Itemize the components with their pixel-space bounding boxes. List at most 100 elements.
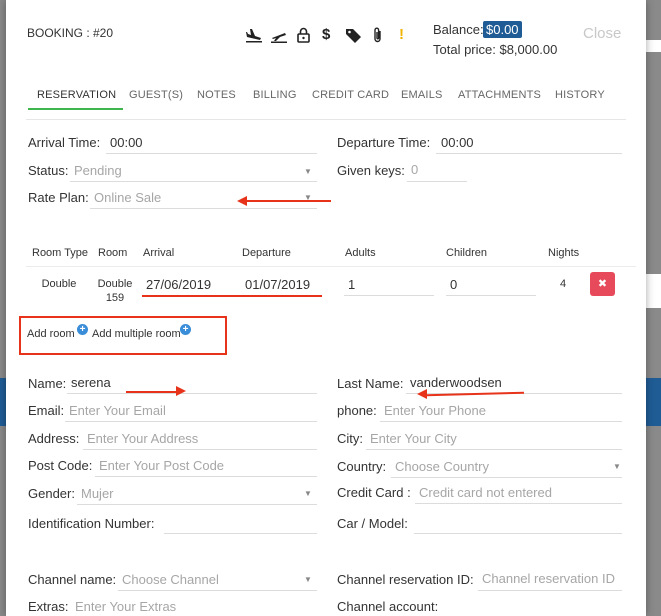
departure-time-label: Departure Time: <box>337 135 431 150</box>
phone-field[interactable]: Enter Your Phone <box>384 403 486 418</box>
channel-name-select[interactable]: Choose Channel <box>122 572 219 587</box>
annotation-arrow <box>126 391 181 393</box>
paperclip-icon[interactable] <box>372 27 384 47</box>
tab-emails[interactable]: EMAILS <box>401 89 443 101</box>
departure-date-input[interactable]: 01/07/2019 <box>245 277 310 292</box>
channel-reservation-id-label: Channel reservation ID: <box>337 572 474 587</box>
field-underline <box>95 476 317 477</box>
identification-number-label: Identification Number: <box>28 516 155 531</box>
background-bar <box>646 378 661 426</box>
field-underline <box>83 449 317 450</box>
credit-card-label: Credit Card : <box>337 485 411 500</box>
close-button[interactable]: Close <box>583 25 621 42</box>
gender-select[interactable]: Mujer <box>81 486 114 501</box>
rate-plan-label: Rate Plan: <box>28 190 89 205</box>
status-select[interactable]: Pending <box>74 163 122 178</box>
field-underline <box>344 295 434 296</box>
status-label: Status: <box>28 163 69 178</box>
gender-label: Gender: <box>28 486 75 501</box>
warning-icon: ! <box>399 26 404 43</box>
name-label: Name: <box>28 376 67 391</box>
background-panel <box>646 40 661 52</box>
tab-guests[interactable]: GUEST(S) <box>129 89 183 101</box>
rate-plan-select[interactable]: Online Sale <box>94 190 161 205</box>
airplane-arrival-icon[interactable] <box>246 27 262 47</box>
field-underline <box>415 503 622 504</box>
chevron-down-icon: ▼ <box>304 575 312 584</box>
chevron-down-icon: ▼ <box>304 489 312 498</box>
column-header: Room Type <box>32 247 89 259</box>
post-code-field[interactable]: Enter Your Post Code <box>99 458 224 473</box>
adults-input[interactable]: 1 <box>348 277 355 292</box>
address-field[interactable]: Enter Your Address <box>87 431 198 446</box>
column-header: Arrival <box>143 247 175 259</box>
column-header: Adults <box>345 247 376 259</box>
table-header-divider <box>26 266 636 267</box>
tab-attachments[interactable]: ATTACHMENTS <box>458 89 541 101</box>
channel-name-label: Channel name: <box>28 572 117 587</box>
room-cell-line2: 159 <box>105 292 125 304</box>
post-code-label: Post Code: <box>28 458 93 473</box>
plus-icon[interactable]: + <box>180 324 191 335</box>
field-underline <box>118 590 317 591</box>
name-input[interactable]: serena <box>71 375 111 390</box>
booking-title: BOOKING : #20 <box>27 26 114 40</box>
tab-credit-card[interactable]: CREDIT CARD <box>312 89 389 101</box>
room-type-cell: Double <box>41 278 77 290</box>
identification-number-field[interactable] <box>164 533 317 534</box>
annotation-arrow <box>246 200 331 202</box>
tab-reservation[interactable]: RESERVATION <box>37 89 116 101</box>
booking-modal: BOOKING : #20 $ ! Balance: $0.00 Total p… <box>6 0 646 616</box>
tab-history[interactable]: HISTORY <box>555 89 605 101</box>
annotation-underline <box>142 295 322 297</box>
last-name-input[interactable]: vanderwoodsen <box>410 375 502 390</box>
field-underline <box>436 153 622 154</box>
background-panel <box>646 274 661 308</box>
delete-room-button[interactable]: ✖ <box>590 272 615 296</box>
tab-notes[interactable]: NOTES <box>197 89 236 101</box>
city-field[interactable]: Enter Your City <box>370 431 457 446</box>
country-select[interactable]: Choose Country <box>395 459 489 474</box>
column-header: Departure <box>242 247 291 259</box>
last-name-label: Last Name: <box>337 376 404 391</box>
departure-time-input[interactable]: 00:00 <box>441 135 474 150</box>
chevron-down-icon: ▼ <box>304 167 312 176</box>
channel-account-label: Channel account: <box>337 599 439 614</box>
airplane-departure-icon[interactable] <box>271 27 287 47</box>
email-field[interactable]: Enter Your Email <box>69 403 166 418</box>
car-model-field[interactable] <box>414 533 622 534</box>
lock-icon[interactable] <box>297 27 310 47</box>
given-keys-input[interactable]: 0 <box>411 162 418 177</box>
field-underline <box>407 181 467 182</box>
car-model-label: Car / Model: <box>337 516 408 531</box>
arrival-date-input[interactable]: 27/06/2019 <box>146 277 211 292</box>
tag-icon[interactable] <box>345 27 363 47</box>
dollar-icon[interactable]: $ <box>322 27 330 43</box>
field-underline <box>77 504 317 505</box>
arrival-time-input[interactable]: 00:00 <box>110 135 143 150</box>
field-underline <box>478 590 622 591</box>
field-underline <box>366 449 622 450</box>
tab-billing[interactable]: BILLING <box>253 89 297 101</box>
add-multiple-room-link[interactable]: Add multiple room <box>92 328 181 340</box>
extras-field[interactable]: Enter Your Extras <box>75 599 176 614</box>
country-label: Country: <box>337 459 387 474</box>
room-cell-line1: Double <box>97 278 133 290</box>
total-price: Total price: $8,000.00 <box>433 42 558 57</box>
plus-icon[interactable]: + <box>77 324 88 335</box>
nights-cell: 4 <box>559 278 567 290</box>
field-underline <box>67 393 317 394</box>
field-underline <box>380 421 622 422</box>
children-input[interactable]: 0 <box>450 277 457 292</box>
arrival-time-label: Arrival Time: <box>28 135 101 150</box>
add-room-link[interactable]: Add room <box>27 328 75 340</box>
tabs-divider <box>26 119 626 120</box>
field-underline <box>70 181 317 182</box>
active-tab-indicator <box>28 108 123 110</box>
channel-reservation-id-field[interactable]: Channel reservation ID <box>482 571 615 586</box>
credit-card-field[interactable]: Credit card not entered <box>419 485 552 500</box>
column-header: Children <box>446 247 487 259</box>
annotation-arrow-head <box>417 389 427 399</box>
extras-label: Extras: <box>28 599 69 614</box>
field-underline <box>446 295 536 296</box>
